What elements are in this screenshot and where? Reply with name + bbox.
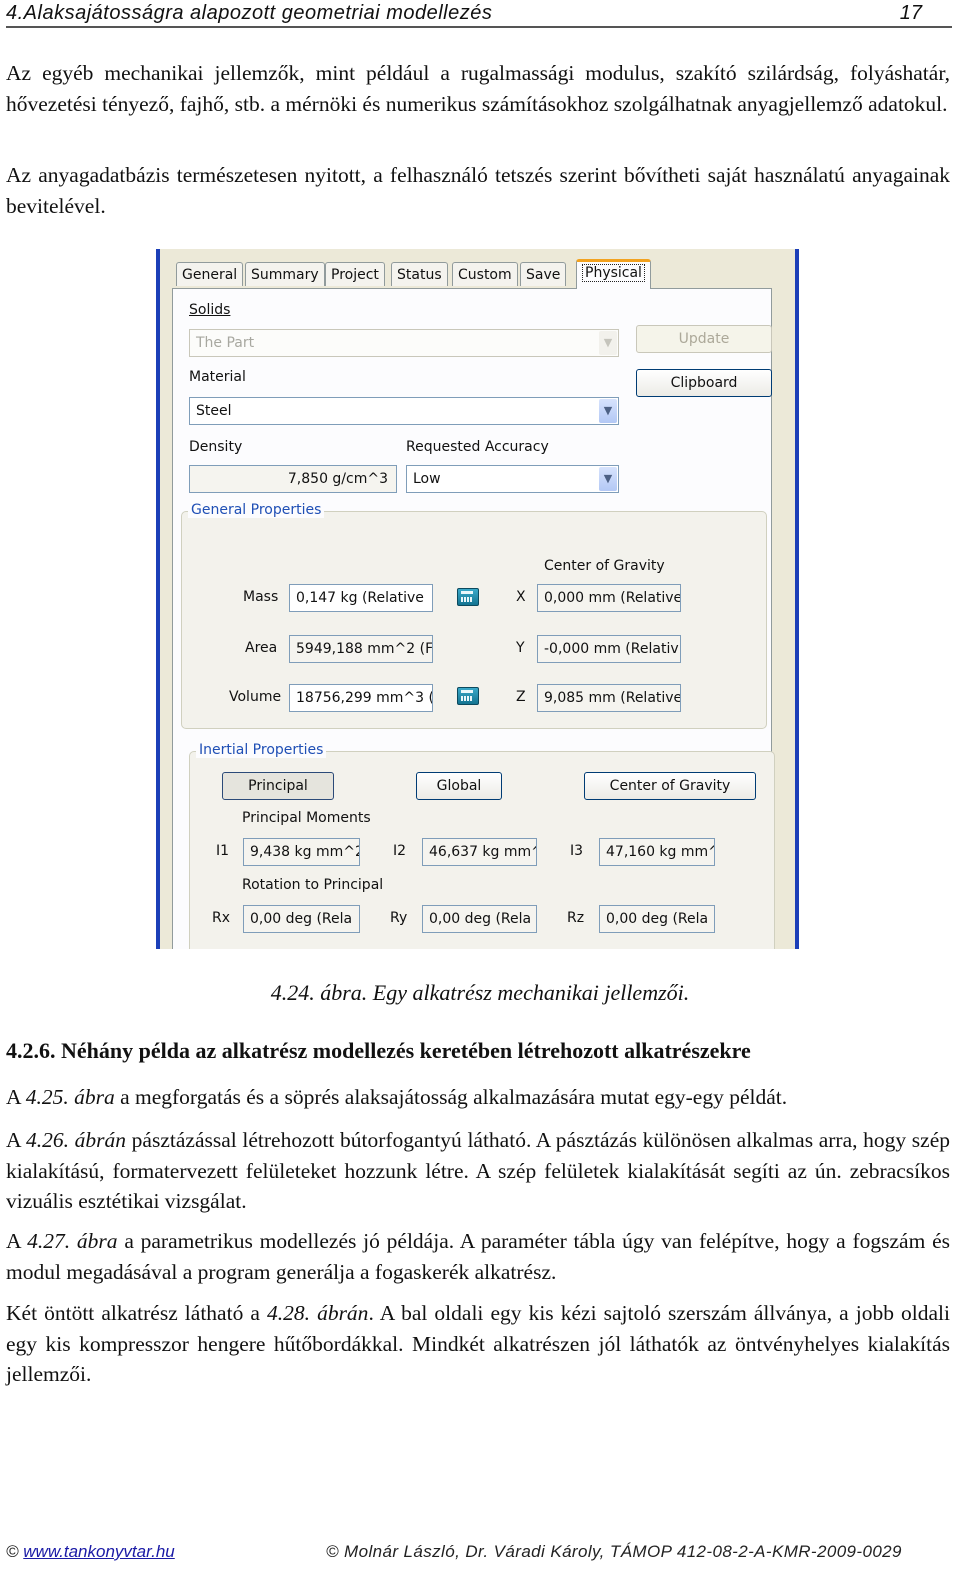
tab-label: Project: [331, 267, 379, 283]
tab-status[interactable]: Status: [391, 262, 448, 286]
i3-label: I3: [570, 843, 584, 859]
properties-dialog: General Summary Project Status Custom Sa…: [156, 249, 799, 949]
tab-label: Custom: [458, 267, 512, 283]
area-label: Area: [245, 640, 278, 656]
inertial-properties-title: Inertial Properties: [196, 742, 327, 758]
rotation-to-principal-label: Rotation to Principal: [242, 877, 384, 893]
cog-x-field[interactable]: 0,000 mm (Relative: [537, 584, 681, 612]
figure-reference: 4.27. ábra: [27, 1229, 118, 1253]
figure-caption: 4.24. ábra. Egy alkatrész mechanikai jel…: [270, 980, 690, 1005]
z-label: Z: [516, 689, 526, 705]
volume-field[interactable]: 18756,299 mm^3 (: [289, 684, 433, 712]
tab-save[interactable]: Save: [520, 262, 567, 286]
tab-label: Physical: [582, 264, 645, 282]
update-button[interactable]: Update: [636, 325, 772, 353]
text: A: [6, 1229, 28, 1253]
mass-field[interactable]: 0,147 kg (Relative: [289, 584, 433, 612]
page-number: 17: [899, 2, 922, 24]
y-label: Y: [516, 640, 525, 656]
chevron-down-icon: ▼: [599, 331, 617, 355]
rz-label: Rz: [567, 910, 585, 926]
clipboard-button[interactable]: Clipboard: [636, 369, 772, 397]
accuracy-value: Low: [413, 471, 441, 487]
paragraph-material-database: Az anyagadatbázis természetesen nyitott,…: [6, 163, 950, 218]
text: a megforgatás és a söprés alaksajátosság…: [114, 1085, 788, 1109]
ry-field[interactable]: 0,00 deg (Rela: [422, 905, 537, 933]
density-field[interactable]: 7,850 g/cm^3: [189, 465, 397, 493]
accuracy-dropdown[interactable]: Low ▼: [406, 465, 619, 493]
physical-tab-panel: Solids The Part ▼ Update Material Steel …: [172, 288, 775, 949]
calculator-icon[interactable]: [457, 687, 479, 705]
requested-accuracy-label: Requested Accuracy: [406, 439, 549, 455]
cog-y-field[interactable]: -0,000 mm (Relativ: [537, 635, 681, 663]
principal-moments-label: Principal Moments: [242, 810, 371, 826]
solids-label: Solids: [189, 302, 231, 318]
solids-value: The Part: [196, 335, 255, 351]
tab-label: General: [182, 267, 238, 283]
rz-field[interactable]: 0,00 deg (Rela: [599, 905, 715, 933]
material-value: Steel: [196, 403, 232, 419]
volume-label: Volume: [229, 689, 282, 705]
figure-reference: 4.26. ábrán: [26, 1128, 127, 1152]
i1-label: I1: [216, 843, 230, 859]
footer-copyright: © Molnár László, Dr. Váradi Károly, TÁMO…: [326, 1542, 902, 1561]
rx-field[interactable]: 0,00 deg (Rela: [243, 905, 360, 933]
i3-field[interactable]: 47,160 kg mm^: [599, 838, 715, 866]
page-header: 4.Alaksajátosságra alapozott geometriai …: [6, 0, 952, 28]
inertial-properties-group: Inertial Properties Principal Global Cen…: [189, 742, 775, 949]
paragraph-figure-4-27: A 4.27. ábra a parametrikus modellezés j…: [6, 1226, 950, 1287]
tab-label: Save: [526, 267, 561, 283]
tab-summary[interactable]: Summary: [245, 262, 325, 286]
density-label: Density: [189, 439, 243, 455]
chapter-title: 4.Alaksajátosságra alapozott geometriai …: [6, 2, 493, 24]
text: pásztázással létrehozott bútorfogantyú l…: [6, 1128, 951, 1213]
i2-field[interactable]: 46,637 kg mm^: [422, 838, 537, 866]
tab-physical[interactable]: Physical: [576, 259, 651, 289]
text: A: [6, 1085, 26, 1109]
figure-reference: 4.25. ábra: [25, 1085, 115, 1109]
text: a parametrikus modellezés jó példája. A …: [6, 1229, 950, 1284]
global-button[interactable]: Global: [416, 772, 502, 800]
i2-label: I2: [393, 843, 407, 859]
general-properties-title: General Properties: [188, 502, 325, 518]
paragraph-figure-4-26: A 4.26. ábrán pásztázással létrehozott b…: [6, 1125, 950, 1217]
x-label: X: [516, 589, 526, 605]
i1-field[interactable]: 9,438 kg mm^2: [243, 838, 360, 866]
text: Két öntött alkatrész látható a: [6, 1301, 267, 1325]
tab-label: Status: [397, 267, 442, 283]
rx-label: Rx: [212, 910, 231, 926]
solids-dropdown[interactable]: The Part ▼: [189, 329, 619, 357]
tab-label: Summary: [251, 267, 319, 283]
tab-project[interactable]: Project: [325, 262, 385, 286]
general-properties-group: General Properties Center of Gravity Mas…: [181, 502, 767, 729]
center-of-gravity-button[interactable]: Center of Gravity: [584, 772, 756, 800]
paragraph-mechanical-properties: Az egyéb mechanikai jellemzők, mint péld…: [6, 61, 950, 116]
mass-label: Mass: [243, 589, 279, 605]
material-label: Material: [189, 369, 246, 385]
material-dropdown[interactable]: Steel ▼: [189, 397, 619, 425]
tab-custom[interactable]: Custom: [452, 262, 518, 286]
text: A: [6, 1128, 26, 1152]
copyright-symbol: ©: [6, 1542, 19, 1561]
tankonyvtar-link[interactable]: www.tankonyvtar.hu: [23, 1542, 175, 1561]
chevron-down-icon: ▼: [599, 399, 617, 423]
paragraph-figure-4-28: Két öntött alkatrész látható a 4.28. ábr…: [6, 1298, 950, 1390]
chevron-down-icon: ▼: [599, 467, 617, 491]
area-field[interactable]: 5949,188 mm^2 (F: [289, 635, 433, 663]
cog-z-field[interactable]: 9,085 mm (Relative: [537, 684, 681, 712]
page-footer: © www.tankonyvtar.hu © Molnár László, Dr…: [6, 1542, 950, 1562]
principal-button[interactable]: Principal: [222, 772, 334, 800]
section-heading: 4.2.6. Néhány példa az alkatrész modelle…: [6, 1038, 751, 1063]
calculator-icon[interactable]: [457, 588, 479, 606]
ry-label: Ry: [390, 910, 408, 926]
figure-reference: 4.28. ábrán: [267, 1301, 369, 1325]
center-of-gravity-label: Center of Gravity: [544, 558, 665, 574]
tab-general[interactable]: General: [176, 262, 244, 286]
paragraph-figure-4-25: A 4.25. ábra a megforgatás és a söprés a…: [6, 1082, 950, 1113]
